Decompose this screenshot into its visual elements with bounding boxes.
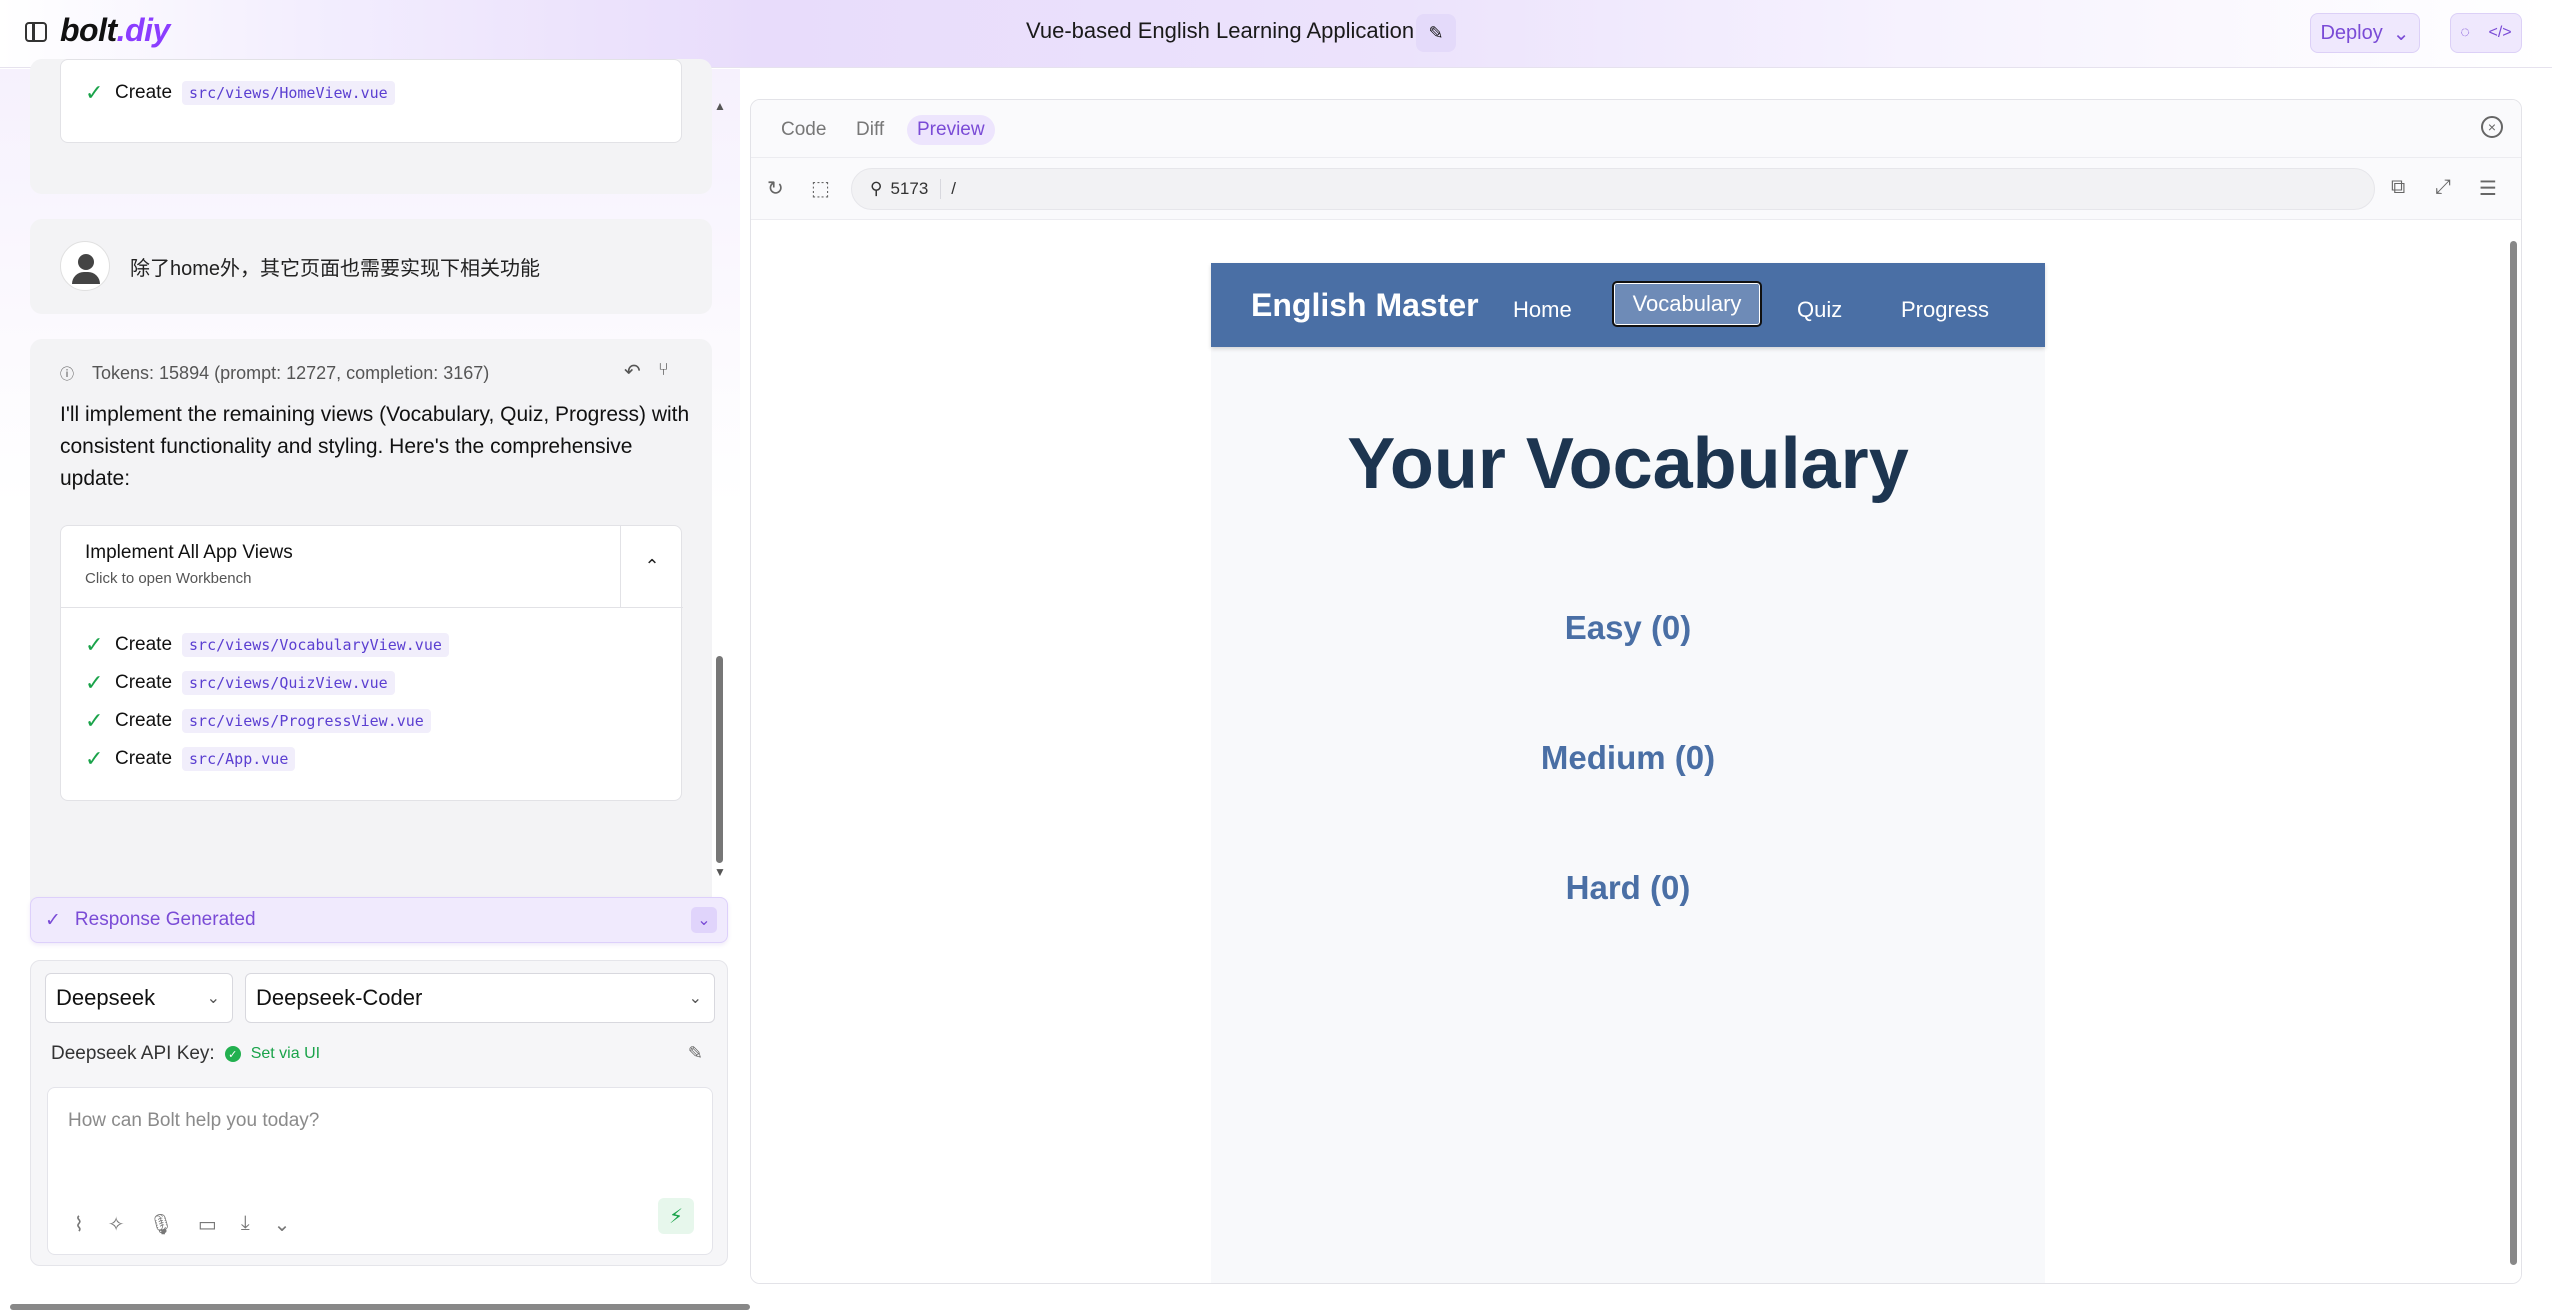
nav-progress[interactable]: Progress xyxy=(1901,287,1989,333)
page-heading: Your Vocabulary xyxy=(1347,424,1909,504)
scroll-up-arrow-icon[interactable]: ▲ xyxy=(714,99,726,113)
assistant-message-card: ⓘ Tokens: 15894 (prompt: 12727, completi… xyxy=(30,339,712,927)
level-hard: Hard (0) xyxy=(1565,869,1691,906)
workbench-tabs: Code Diff Preview × xyxy=(751,100,2521,158)
chat-scrollbar[interactable] xyxy=(716,656,723,863)
chevron-down-icon: ⌄ xyxy=(2392,22,2410,45)
artifact-header[interactable]: Implement All App Views Click to open Wo… xyxy=(61,526,621,608)
nav-home[interactable]: Home xyxy=(1513,287,1572,333)
file-path[interactable]: src/views/VocabularyView.vue xyxy=(182,633,449,657)
project-title: Vue-based English Learning Application xyxy=(1026,18,1415,43)
edit-title-button[interactable]: ✎ xyxy=(1416,14,1456,52)
deploy-button[interactable]: Deploy ⌄ xyxy=(2310,13,2420,53)
artifact-action: ✓ Create src/views/VocabularyView.vue xyxy=(85,626,449,664)
address-bar[interactable]: ⚲ 5173 / xyxy=(851,168,2375,210)
input-toolbar: ⌇ ✧ 🎙 ▭ ⤓ ⌄ xyxy=(74,1212,290,1237)
check-icon: ✓ xyxy=(85,632,104,657)
artifact-action: ✓ Create src/views/QuizView.vue xyxy=(85,664,449,702)
sidebar-toggle-icon[interactable] xyxy=(25,22,47,42)
chevron-down-icon: ⌄ xyxy=(206,990,220,1007)
check-circle-icon: ✓ xyxy=(224,1046,241,1062)
check-icon: ✓ xyxy=(85,708,104,733)
rewind-icon[interactable]: ↶ xyxy=(624,359,641,384)
level-medium: Medium (0) xyxy=(1540,739,1716,776)
enhance-icon[interactable]: ✧ xyxy=(108,1212,125,1237)
previous-message-card: ✓ Create src/views/HomeView.vue xyxy=(30,59,712,194)
chat-panel: ✓ Create src/views/HomeView.vue 除了home外，… xyxy=(0,59,740,1314)
send-button[interactable]: ⚡ xyxy=(658,1198,694,1234)
code-icon[interactable]: </> xyxy=(2489,24,2512,42)
user-message-card: 除了home外，其它页面也需要实现下相关功能 xyxy=(30,219,712,314)
preview-toolbar: ↻ ⬚ ⚲ 5173 / ⧉ ⤢ ☰ xyxy=(751,158,2521,220)
app-brand[interactable]: English Master xyxy=(1251,287,1479,324)
file-path[interactable]: src/App.vue xyxy=(182,747,296,771)
prompt-input[interactable]: How can Bolt help you today? ⌇ ✧ 🎙 ▭ ⤓ ⌄… xyxy=(47,1087,713,1255)
artifact-title: Implement All App Views xyxy=(85,542,293,563)
previous-artifact: ✓ Create src/views/HomeView.vue xyxy=(60,59,682,143)
menu-icon[interactable]: ☰ xyxy=(2479,176,2497,201)
response-status-bar[interactable]: ✓ Response Generated ⌄ xyxy=(30,897,728,943)
discuss-icon[interactable]: ▭ xyxy=(198,1212,217,1237)
assistant-message-text: I'll implement the remaining views (Voca… xyxy=(60,403,690,490)
check-icon: ✓ xyxy=(45,909,61,931)
close-icon[interactable]: × xyxy=(2481,116,2503,138)
app-navbar: English Master Home Vocabulary Quiz Prog… xyxy=(1211,263,2045,347)
lightning-icon: ⚡ xyxy=(668,1205,684,1228)
level-easy: Easy (0) xyxy=(1564,609,1692,646)
url-path[interactable]: / xyxy=(951,179,956,199)
preview-scrollbar[interactable] xyxy=(2510,241,2517,1265)
user-message-text: 除了home外，其它页面也需要实现下相关功能 xyxy=(130,258,541,280)
pencil-icon[interactable]: ✎ xyxy=(688,1043,703,1064)
logo[interactable]: bolt.diy xyxy=(60,12,170,49)
file-path[interactable]: src/views/ProgressView.vue xyxy=(182,709,431,733)
tab-code[interactable]: Code xyxy=(771,115,836,145)
microphone-icon[interactable]: 🎙 xyxy=(149,1212,174,1237)
info-icon: ⓘ xyxy=(60,365,74,382)
artifact-card[interactable]: Implement All App Views Click to open Wo… xyxy=(60,525,683,801)
file-path[interactable]: src/views/HomeView.vue xyxy=(182,81,395,105)
reload-icon[interactable]: ↻ xyxy=(767,176,784,201)
select-element-icon[interactable]: ⬚ xyxy=(811,176,830,201)
chevron-down-icon: ⌄ xyxy=(688,990,702,1007)
nav-vocabulary[interactable]: Vocabulary xyxy=(1612,281,1762,327)
port-selector[interactable]: ⚲ 5173 xyxy=(870,179,942,199)
model-select[interactable]: Deepseek-Coder ⌄ xyxy=(245,973,715,1023)
fork-icon[interactable]: ⑂ xyxy=(658,359,669,380)
preview-pane: English Master Home Vocabulary Quiz Prog… xyxy=(751,221,2521,1283)
scroll-down-arrow-icon[interactable]: ▼ xyxy=(714,865,726,879)
check-icon: ✓ xyxy=(85,670,104,695)
workbench: Code Diff Preview × ↻ ⬚ ⚲ 5173 / ⧉ ⤢ ☰ En… xyxy=(750,99,2522,1284)
avatar xyxy=(60,241,110,291)
pencil-icon: ✎ xyxy=(1428,22,1444,43)
export-icon[interactable]: ⤓ xyxy=(241,1212,250,1237)
chat-input-panel: Deepseek ⌄ Deepseek-Coder ⌄ Deepseek API K… xyxy=(30,960,728,1266)
top-bar: bolt.diy Vue-based English Learning Appl… xyxy=(0,0,2552,68)
collapse-chevron-up-icon[interactable]: ⌃ xyxy=(621,526,683,608)
chevron-down-icon[interactable]: ⌄ xyxy=(274,1212,291,1237)
artifact-subtitle: Click to open Workbench xyxy=(85,570,252,587)
tab-preview[interactable]: Preview xyxy=(907,115,995,145)
provider-select[interactable]: Deepseek ⌄ xyxy=(45,973,233,1023)
artifact-action: ✓ Create src/App.vue xyxy=(85,740,449,778)
preview-app: English Master Home Vocabulary Quiz Prog… xyxy=(1211,263,2045,1283)
artifact-action: ✓ Create src/views/HomeView.vue xyxy=(85,74,395,112)
plug-icon: ⚲ xyxy=(870,179,883,198)
attach-icon[interactable]: ⌇ xyxy=(74,1212,84,1237)
check-icon: ✓ xyxy=(85,746,104,771)
artifact-actions: ✓ Create src/views/VocabularyView.vue ✓ Cre… xyxy=(85,626,449,778)
chat-icon[interactable]: ◌ xyxy=(2460,24,2470,42)
chevron-down-icon[interactable]: ⌄ xyxy=(691,907,717,933)
fullscreen-icon[interactable]: ⤢ xyxy=(2435,176,2451,199)
token-usage: ⓘ Tokens: 15894 (prompt: 12727, completi… xyxy=(60,363,490,383)
view-toggle[interactable]: ◌ </> xyxy=(2450,13,2522,53)
check-icon: ✓ xyxy=(85,80,104,105)
nav-quiz[interactable]: Quiz xyxy=(1797,287,1842,333)
horizontal-scrollbar[interactable] xyxy=(10,1304,750,1310)
api-key-row: Deepseek API Key: ✓ Set via UI xyxy=(51,1043,321,1064)
artifact-action: ✓ Create src/views/ProgressView.vue xyxy=(85,702,449,740)
tab-diff[interactable]: Diff xyxy=(846,115,894,145)
file-path[interactable]: src/views/QuizView.vue xyxy=(182,671,395,695)
device-mode-icon[interactable]: ⧉ xyxy=(2391,176,2405,199)
